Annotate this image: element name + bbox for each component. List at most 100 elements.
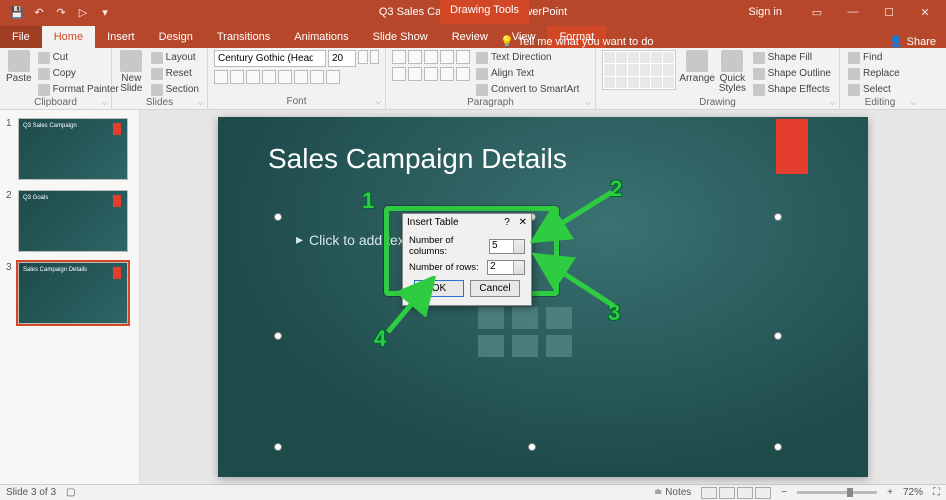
shape-outline-button[interactable]: Shape Outline xyxy=(751,66,833,81)
reset-button[interactable]: Reset xyxy=(149,66,201,81)
shape-fill-label: Shape Fill xyxy=(768,52,812,63)
slide-thumbnail-1[interactable]: Q3 Sales Campaign xyxy=(18,118,128,180)
rows-spinner[interactable]: 2 xyxy=(487,260,525,275)
slide-editor[interactable]: Sales Campaign Details ▸ Click to add te… xyxy=(140,110,946,484)
slide-title[interactable]: Sales Campaign Details xyxy=(268,143,567,175)
tab-home[interactable]: Home xyxy=(42,26,95,48)
font-name-select[interactable] xyxy=(214,50,326,67)
normal-view-button[interactable] xyxy=(701,487,717,499)
replace-icon xyxy=(848,68,860,80)
new-slide-button[interactable]: New Slide xyxy=(118,50,145,97)
title-bar: 💾 ↶ ↷ ▷ ▾ Q3 Sales Campaign.pptx - Power… xyxy=(0,0,946,24)
minimize-icon[interactable]: — xyxy=(836,0,870,24)
save-icon[interactable]: 💾 xyxy=(8,3,26,21)
slideshow-view-button[interactable] xyxy=(755,487,771,499)
tab-slide-show[interactable]: Slide Show xyxy=(361,26,440,48)
italic-button[interactable] xyxy=(230,70,244,84)
close-icon[interactable]: ✕ xyxy=(908,0,942,24)
tell-me-search[interactable]: 💡 Tell me what you want to do xyxy=(500,35,653,48)
align-text-button[interactable]: Align Text xyxy=(474,66,581,81)
zoom-in-button[interactable]: + xyxy=(887,487,893,498)
slide-canvas[interactable]: Sales Campaign Details ▸ Click to add te… xyxy=(218,117,868,477)
font-color-button[interactable] xyxy=(326,70,340,84)
layout-button[interactable]: Layout xyxy=(149,50,201,65)
find-button[interactable]: Find xyxy=(846,50,914,65)
increase-indent-button[interactable] xyxy=(440,50,454,64)
bullets-button[interactable] xyxy=(392,50,406,64)
quick-styles-icon xyxy=(721,50,743,72)
numbering-button[interactable] xyxy=(408,50,422,64)
sign-in-link[interactable]: Sign in xyxy=(748,6,782,18)
format-painter-icon xyxy=(38,84,50,96)
decrease-indent-button[interactable] xyxy=(424,50,438,64)
reading-view-button[interactable] xyxy=(737,487,753,499)
spell-check-icon[interactable]: ▢ xyxy=(66,487,75,498)
copy-icon xyxy=(38,68,50,80)
select-icon xyxy=(848,84,860,96)
align-center-button[interactable] xyxy=(408,67,422,81)
text-direction-button[interactable]: Text Direction xyxy=(474,50,581,65)
line-spacing-button[interactable] xyxy=(456,50,470,64)
paste-button[interactable]: Paste xyxy=(6,50,32,97)
decrease-font-icon[interactable] xyxy=(370,50,380,64)
slide-sorter-button[interactable] xyxy=(719,487,735,499)
arrange-button[interactable]: Arrange xyxy=(680,50,714,97)
format-painter-button[interactable]: Format Painter xyxy=(36,82,121,97)
tab-insert[interactable]: Insert xyxy=(95,26,147,48)
align-right-button[interactable] xyxy=(424,67,438,81)
shape-outline-icon xyxy=(753,68,765,80)
convert-smartart-button[interactable]: Convert to SmartArt xyxy=(474,82,581,97)
slide-thumbnail-3[interactable]: Sales Campaign Details xyxy=(18,262,128,324)
share-button[interactable]: 👤 Share xyxy=(889,35,936,48)
undo-icon[interactable]: ↶ xyxy=(30,3,48,21)
copy-label: Copy xyxy=(53,68,76,79)
font-group-label: Font xyxy=(214,96,379,107)
shape-fill-button[interactable]: Shape Fill xyxy=(751,50,833,65)
zoom-slider[interactable] xyxy=(797,491,877,494)
font-size-select[interactable] xyxy=(328,50,356,67)
tab-transitions[interactable]: Transitions xyxy=(205,26,282,48)
start-from-beginning-icon[interactable]: ▷ xyxy=(74,3,92,21)
ok-button[interactable]: OK xyxy=(414,280,464,297)
copy-button[interactable]: Copy xyxy=(36,66,121,81)
dialog-close-icon[interactable]: ✕ xyxy=(519,217,527,228)
tab-review[interactable]: Review xyxy=(440,26,500,48)
columns-button[interactable] xyxy=(456,67,470,81)
char-spacing-button[interactable] xyxy=(294,70,308,84)
clipboard-group-label: Clipboard xyxy=(6,97,105,108)
tab-design[interactable]: Design xyxy=(147,26,205,48)
underline-button[interactable] xyxy=(246,70,260,84)
dialog-help-icon[interactable]: ? xyxy=(504,217,510,228)
drawing-group-label: Drawing xyxy=(602,97,833,108)
section-button[interactable]: Section xyxy=(149,82,201,97)
fit-to-window-button[interactable]: ⛶ xyxy=(933,487,940,498)
quick-styles-button[interactable]: Quick Styles xyxy=(718,50,746,97)
annotation-number-2: 2 xyxy=(610,176,622,202)
tab-animations[interactable]: Animations xyxy=(282,26,360,48)
notes-button[interactable]: ≐ Notes xyxy=(654,487,691,498)
justify-button[interactable] xyxy=(440,67,454,81)
increase-font-icon[interactable] xyxy=(358,50,368,64)
tab-file[interactable]: File xyxy=(0,26,42,48)
shapes-gallery[interactable] xyxy=(602,50,676,90)
replace-button[interactable]: Replace xyxy=(846,66,914,81)
zoom-out-button[interactable]: − xyxy=(781,487,787,498)
select-button[interactable]: Select xyxy=(846,82,914,97)
align-left-button[interactable] xyxy=(392,67,406,81)
maximize-icon[interactable]: ☐ xyxy=(872,0,906,24)
layout-icon xyxy=(151,52,163,64)
slide-thumbnails-panel: 1 Q3 Sales Campaign 2 Q3 Goals 3 Sales C… xyxy=(0,110,140,484)
cancel-button[interactable]: Cancel xyxy=(470,280,520,297)
ribbon-options-icon[interactable]: ▭ xyxy=(800,0,834,24)
slide-thumbnail-2[interactable]: Q3 Goals xyxy=(18,190,128,252)
change-case-button[interactable] xyxy=(310,70,324,84)
zoom-level[interactable]: 72% xyxy=(903,487,923,498)
cut-button[interactable]: Cut xyxy=(36,50,121,65)
shape-effects-button[interactable]: Shape Effects xyxy=(751,82,833,97)
shadow-button[interactable] xyxy=(262,70,276,84)
redo-icon[interactable]: ↷ xyxy=(52,3,70,21)
columns-spinner[interactable]: 5 xyxy=(489,239,525,254)
bold-button[interactable] xyxy=(214,70,228,84)
qat-dropdown-icon[interactable]: ▾ xyxy=(96,3,114,21)
strikethrough-button[interactable] xyxy=(278,70,292,84)
